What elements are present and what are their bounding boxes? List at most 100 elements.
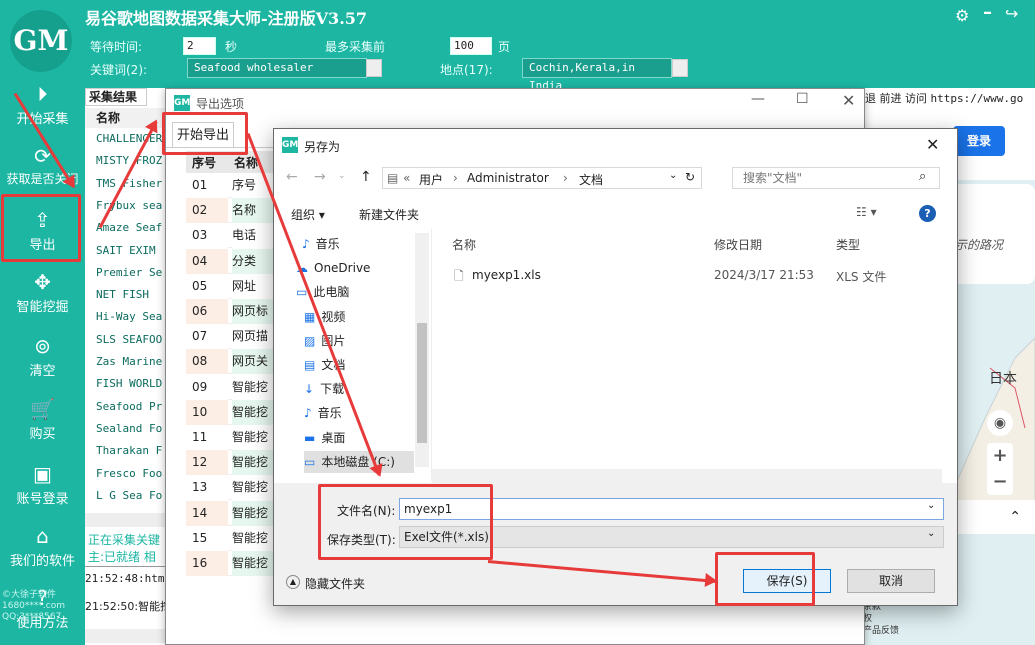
max-pages-unit: 页 xyxy=(498,40,511,54)
view-options-icon[interactable]: ☷ ▾ xyxy=(856,205,877,219)
breadcrumb-users[interactable]: 用户 xyxy=(419,171,443,188)
chevron-down-icon[interactable]: ⌄ xyxy=(927,500,935,511)
tree-item[interactable]: ▤ 文档 xyxy=(304,354,414,376)
locate-icon[interactable]: ◉ xyxy=(987,410,1013,436)
chevron-down-icon[interactable]: ⌄ xyxy=(338,171,346,181)
breadcrumb-more[interactable]: « xyxy=(403,171,410,185)
sidebar-item-login[interactable]: ▣ 账号登录 xyxy=(0,460,85,522)
app-title: 易谷歌地图数据采集大师-注册版V3.57 xyxy=(85,9,368,28)
row-index: 16 xyxy=(186,551,228,576)
map-url: https://www.go xyxy=(930,92,1024,105)
sidebar-item-label: 我们的软件 xyxy=(9,554,75,569)
file-date: 2024/3/17 21:53 xyxy=(714,268,814,282)
list-scrollbar[interactable] xyxy=(432,469,942,483)
wait-input[interactable]: 2 xyxy=(183,37,216,55)
col-header-date[interactable]: 修改日期 xyxy=(714,236,762,253)
chevron-down-icon[interactable]: ⌄ xyxy=(669,170,677,181)
sidebar-item-clear[interactable]: ⊚ 清空 xyxy=(0,332,85,394)
new-folder-button[interactable]: 新建文件夹 xyxy=(359,206,419,223)
sidebar-item-label: 清空 xyxy=(29,364,56,379)
row-index: 12 xyxy=(186,450,228,476)
highlight-save-button xyxy=(715,552,815,606)
search-input[interactable]: 搜索"文档" xyxy=(732,167,940,189)
tree-item[interactable]: ↓ 下载 xyxy=(304,378,414,400)
breadcrumb-docs[interactable]: 文档 xyxy=(579,171,603,188)
drive-icon: ▭ xyxy=(304,454,316,469)
sidebar-item-buy[interactable]: 🛒 购买 xyxy=(0,395,85,457)
app-small-icon: GM xyxy=(174,95,190,111)
tree-item-label: 音乐 xyxy=(317,406,342,421)
image-icon: ▨ xyxy=(304,333,316,348)
help-icon[interactable]: ? xyxy=(919,205,936,222)
tree-item-label: 此电脑 xyxy=(313,285,350,300)
max-pages-input[interactable]: 100 xyxy=(450,37,492,55)
hide-folders-toggle[interactable]: 隐藏文件夹 xyxy=(305,575,365,592)
row-index: 11 xyxy=(186,425,228,450)
tree-item[interactable]: ▨ 图片 xyxy=(304,330,414,352)
collapse-icon[interactable]: ▲ xyxy=(286,575,300,589)
row-index: 14 xyxy=(186,500,228,526)
minimize-icon[interactable]: — xyxy=(751,91,765,107)
close-icon[interactable]: ✕ xyxy=(926,135,939,154)
search-icon[interactable]: ⌕ xyxy=(919,169,926,184)
share-icon[interactable]: ↪ xyxy=(1005,4,1018,23)
sidebar-item-software[interactable]: ⌂ 我们的软件 xyxy=(0,522,85,584)
sidebar-item-label: 开始采集 xyxy=(16,112,69,127)
cancel-button[interactable]: 取消 xyxy=(847,569,935,593)
results-tab[interactable]: 采集结果 xyxy=(85,88,147,106)
tree-item[interactable]: ▭ 本地磁盘 (C:) xyxy=(304,450,414,473)
row-index: 13 xyxy=(186,475,228,501)
log-line-1: 21:52:48:html: xyxy=(85,572,178,585)
file-name: myexp1.xls xyxy=(472,268,541,282)
breadcrumb-admin[interactable]: Administrator xyxy=(467,171,549,185)
login-button[interactable]: 登录 xyxy=(953,126,1005,156)
tree-item-label: OneDrive xyxy=(314,261,371,276)
gear-icon[interactable]: ⚙ xyxy=(955,6,969,25)
location-button[interactable] xyxy=(672,59,688,77)
highlight-filename-filetype xyxy=(318,484,493,560)
layers-toggle[interactable]: ⌃ xyxy=(945,500,1035,534)
refresh-icon[interactable]: ↻ xyxy=(685,170,695,184)
close-icon[interactable]: ✕ xyxy=(842,91,855,110)
sidebar-item-start[interactable]: ⏵ 开始采集 xyxy=(0,80,85,142)
back-icon[interactable]: ← xyxy=(286,169,298,185)
sidebar-item-label: 智能挖掘 xyxy=(16,300,69,315)
keyword-button[interactable] xyxy=(366,59,382,77)
watermark: ©大徐子软件 1680****.com QQ:3***8567 xyxy=(2,590,65,622)
col-header-name[interactable]: 名称 xyxy=(452,236,476,253)
desktop-icon: ▬ xyxy=(304,430,316,445)
refresh-icon: ⟳ xyxy=(34,144,51,168)
tree-item[interactable]: ▬ 桌面 xyxy=(304,427,414,449)
cart-icon: 🛒 xyxy=(30,397,55,421)
map-nav-text[interactable]: 退 前进 访问 xyxy=(865,92,927,105)
row-index: 09 xyxy=(186,374,228,400)
wait-label: 等待时间: xyxy=(90,40,143,54)
maximize-icon[interactable]: ☐ xyxy=(796,91,809,107)
address-bar[interactable]: ▤ « 用户 › Administrator › 文档 ⌄ ↻ xyxy=(382,167,702,189)
forward-icon[interactable]: → xyxy=(314,169,326,185)
sidebar-item-mining[interactable]: ✥ 智能挖掘 xyxy=(0,268,85,330)
calendar-icon: ▣ xyxy=(33,462,52,486)
music-icon: ♪ xyxy=(304,406,312,421)
organize-menu[interactable]: 组织 ▾ xyxy=(291,206,325,223)
sidebar-item-label: 购买 xyxy=(29,427,56,442)
tree-item[interactable]: ☁ OneDrive xyxy=(296,257,414,279)
row-index: 04 xyxy=(186,248,228,274)
col-header-type[interactable]: 类型 xyxy=(836,236,860,253)
mining-icon: ✥ xyxy=(34,270,51,294)
file-row[interactable]: 🗋 myexp1.xls 2024/3/17 21:53 XLS 文件 xyxy=(454,266,944,286)
zoom-controls[interactable]: + − xyxy=(987,443,1013,495)
tree-scroll-thumb[interactable] xyxy=(417,323,427,443)
max-pages-label: 最多采集前 xyxy=(325,40,386,54)
row-index: 05 xyxy=(186,273,228,299)
minimize-icon[interactable]: – xyxy=(983,2,992,23)
keyword-input[interactable]: Seafood wholesaler xyxy=(187,58,367,78)
row-index: 03 xyxy=(186,223,228,249)
tree-scrollbar[interactable] xyxy=(415,233,429,467)
status-line-1: 正在采集关键 xyxy=(88,533,161,547)
chevron-down-icon[interactable]: ⌄ xyxy=(927,528,935,539)
up-icon[interactable]: ↑ xyxy=(360,169,372,185)
location-input[interactable]: Cochin,Kerala,in India xyxy=(522,58,672,92)
tree-item[interactable]: ♪ 音乐 xyxy=(302,233,414,255)
tree-item-label: 下载 xyxy=(320,382,345,397)
